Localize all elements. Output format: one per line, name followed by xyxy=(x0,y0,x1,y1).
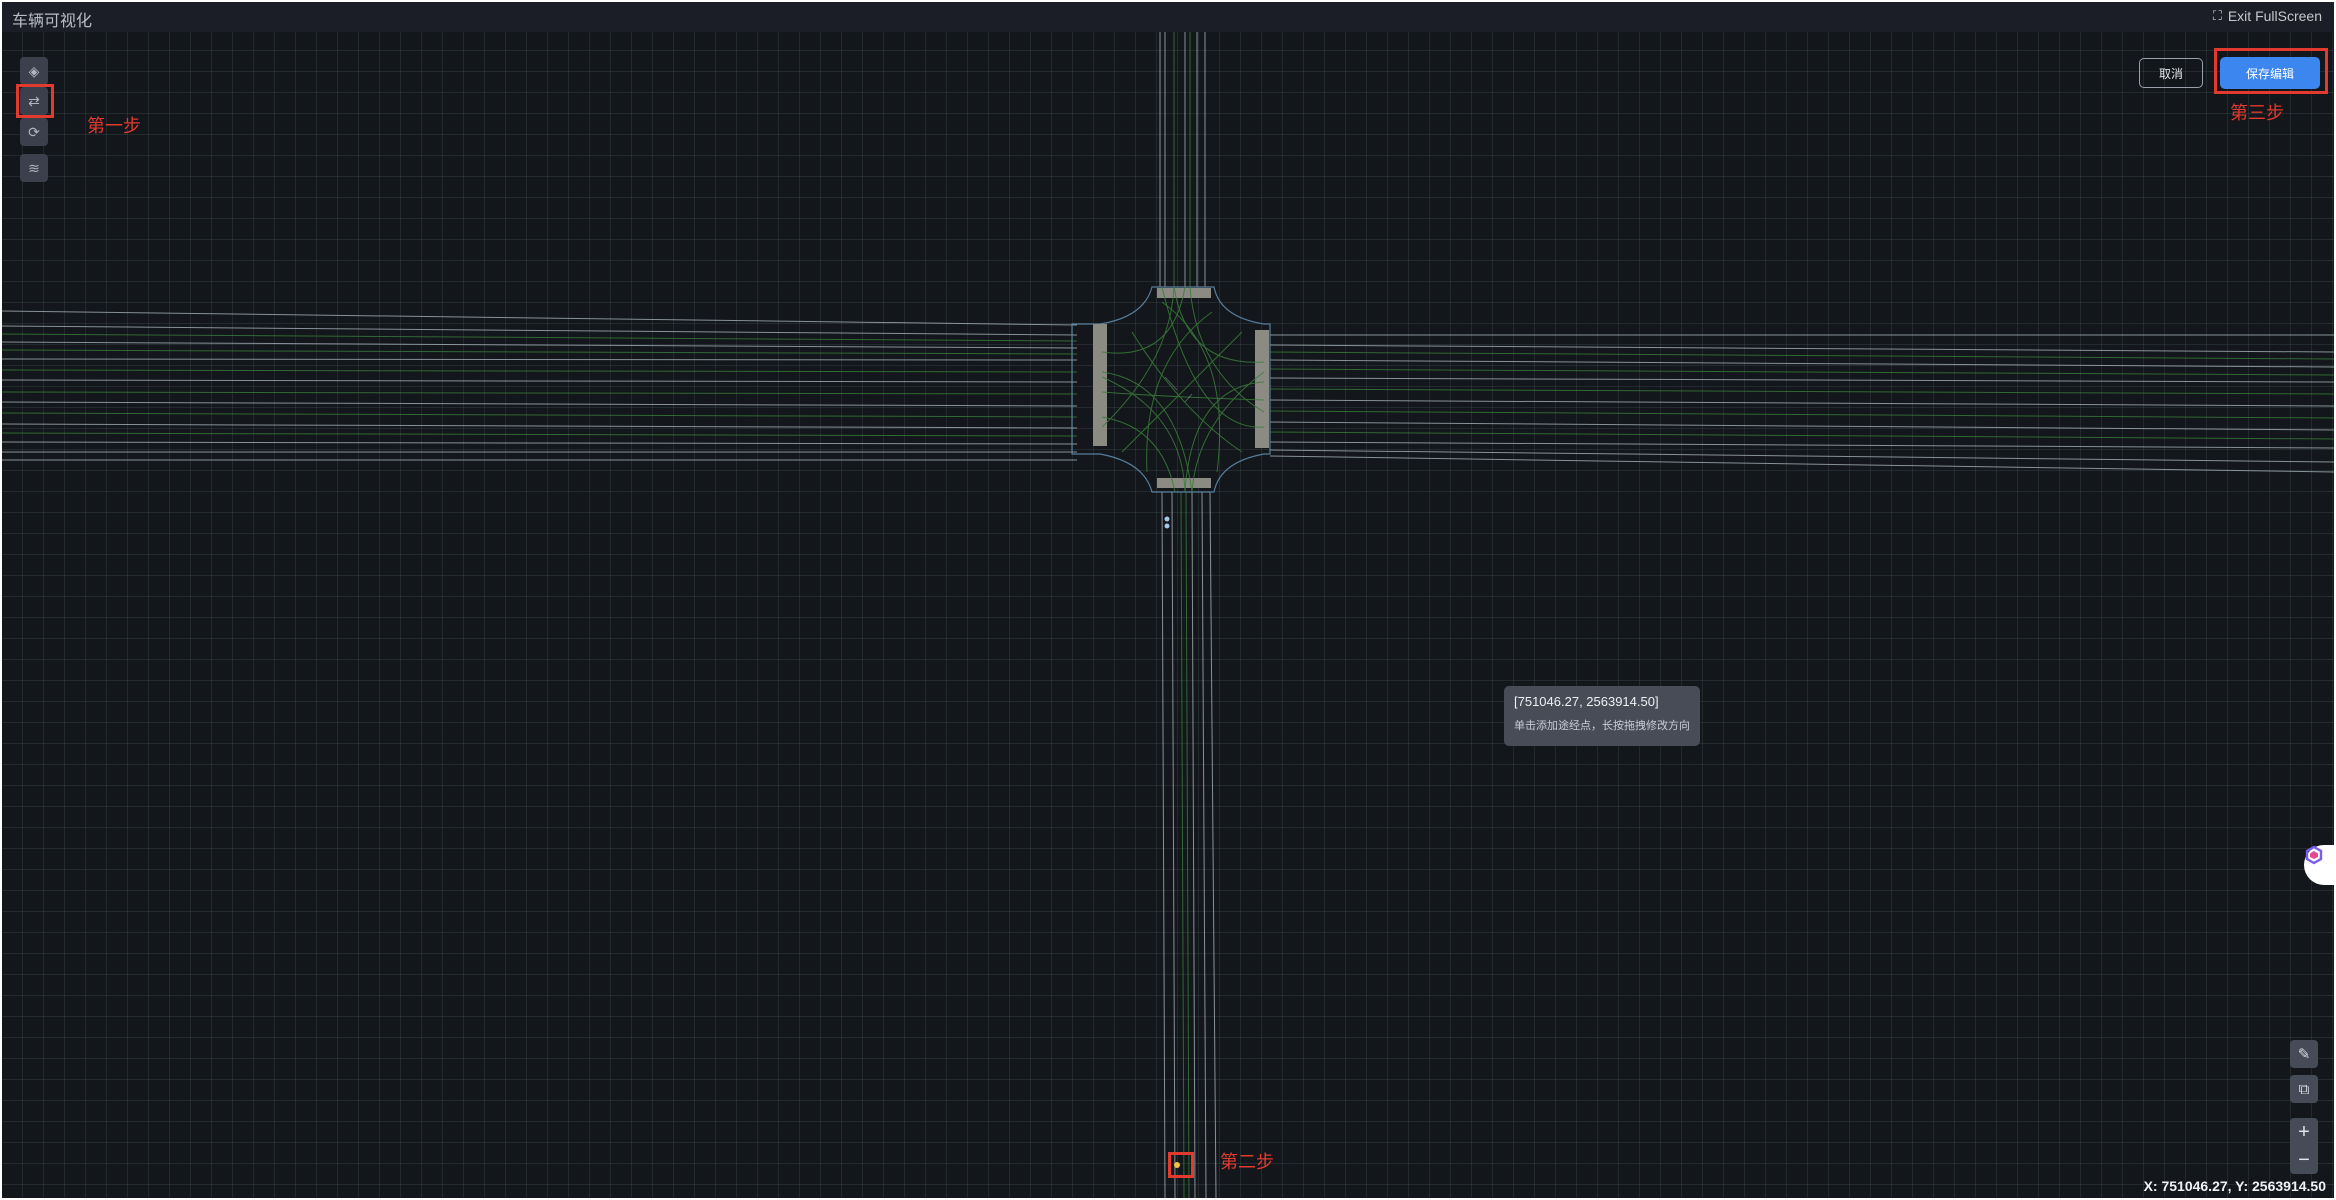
ruler-icon: ✎ xyxy=(2297,1046,2311,1063)
copy-icon: ⧉ xyxy=(2298,1080,2310,1098)
road-network xyxy=(2,32,2334,1198)
app-title: 车辆可视化 xyxy=(12,13,93,30)
step2-label: 第二步 xyxy=(1220,1152,1274,1172)
cycle-tool-button[interactable]: ⟳ xyxy=(20,118,48,146)
map-tooltip: [751046.27, 2563914.50] 单击添加途经点，长按拖拽修改方向 xyxy=(1504,686,1700,746)
ruler-button[interactable]: ✎ xyxy=(2290,1040,2318,1068)
assistant-icon xyxy=(2305,845,2323,865)
cursor-coordinates: X: 751046.27, Y: 2563914.50 xyxy=(2143,1178,2326,1194)
step1-label: 第一步 xyxy=(87,116,141,136)
tooltip-coordinates: [751046.27, 2563914.50] xyxy=(1514,694,1659,709)
exit-fullscreen-button[interactable]: ⛶ Exit FullScreen xyxy=(2213,8,2322,24)
step3-label: 第三步 xyxy=(2230,103,2284,123)
zoom-out-button[interactable]: − xyxy=(2290,1146,2318,1174)
exit-fullscreen-icon: ⛶ xyxy=(2212,8,2222,23)
title-bar: 车辆可视化 ⛶ Exit FullScreen xyxy=(2,2,2334,33)
app-frame: 车辆可视化 ⛶ Exit FullScreen ◈ ⇄ ⟳ ≋ 第一步 第二步 … xyxy=(2,2,2334,1198)
locate-icon: ◈ xyxy=(28,62,40,79)
cancel-button[interactable]: 取消 xyxy=(2139,58,2203,88)
step1-highlight xyxy=(16,84,54,118)
copy-button[interactable]: ⧉ xyxy=(2290,1075,2318,1103)
tooltip-hint: 单击添加途经点，长按拖拽修改方向 xyxy=(1514,720,1690,732)
locate-tool-button[interactable]: ◈ xyxy=(20,57,48,85)
exit-fullscreen-label: Exit FullScreen xyxy=(2227,8,2322,24)
step2-highlight xyxy=(1168,1152,1194,1178)
cycle-icon: ⟳ xyxy=(28,123,40,140)
map-canvas[interactable]: ◈ ⇄ ⟳ ≋ 第一步 第二步 第三步 取消 保存编辑 [751046.27, … xyxy=(2,32,2334,1198)
zoom-control: + − xyxy=(2290,1118,2318,1174)
step3-highlight xyxy=(2214,48,2328,94)
layers-icon: ≋ xyxy=(28,159,40,176)
zoom-in-button[interactable]: + xyxy=(2290,1118,2318,1146)
layers-tool-button[interactable]: ≋ xyxy=(20,154,48,182)
